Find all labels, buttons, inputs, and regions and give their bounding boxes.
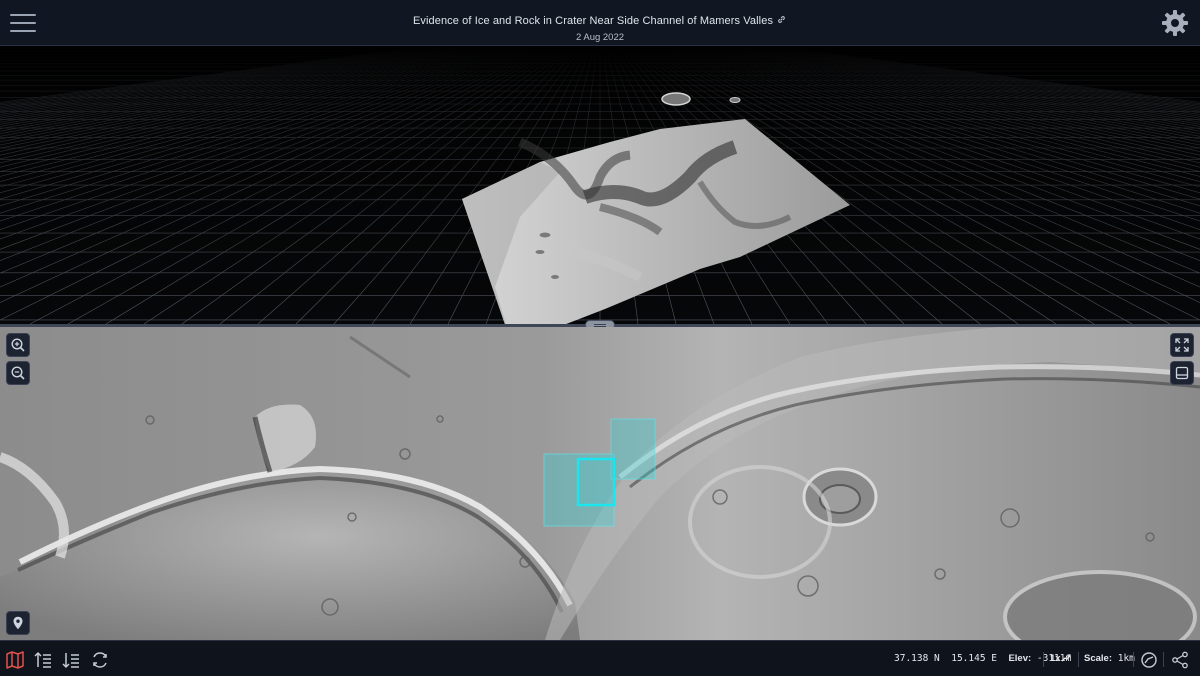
fullscreen-button[interactable] <box>1170 333 1194 357</box>
top-bar: Evidence of Ice and Rock in Crater Near … <box>0 0 1200 46</box>
exaggeration-value: 1x <box>1050 653 1061 664</box>
share-icon[interactable] <box>1170 650 1190 670</box>
observation-date: 2 Aug 2022 <box>575 32 625 43</box>
longitude-value: 15.145 E <box>951 653 997 664</box>
compass-icon[interactable] <box>1139 650 1159 670</box>
sort-ascending-icon[interactable] <box>33 650 53 670</box>
scale-readout: Scale: 1km <box>1084 653 1135 664</box>
zoom-out-button[interactable] <box>6 361 30 385</box>
page-title: Evidence of Ice and Rock in Crater Near … <box>412 15 774 27</box>
trend-up-icon <box>1061 654 1071 662</box>
divider <box>1133 652 1134 667</box>
terrain-3d-viewport[interactable] <box>0 47 1200 324</box>
divider <box>1163 652 1164 667</box>
latitude-value: 37.138 N <box>894 653 940 664</box>
zoom-in-icon <box>11 338 25 352</box>
scale-label: Scale: <box>1084 653 1112 664</box>
zoom-out-icon <box>11 366 25 380</box>
elevation-label: Elev: <box>1008 653 1032 664</box>
coordinate-readout: 37.138 N 15.145 E Elev: -3111m <box>894 653 1071 664</box>
map-view[interactable] <box>0 327 1200 640</box>
page-title-row: Evidence of Ice and Rock in Crater Near … <box>0 11 1200 29</box>
refresh-icon[interactable] <box>90 650 110 670</box>
map-icon[interactable] <box>5 650 25 670</box>
zoom-in-button[interactable] <box>6 333 30 357</box>
grip-line <box>594 324 606 325</box>
status-bar: 37.138 N 15.145 E Elev: -3111m 1x Scale:… <box>0 640 1200 676</box>
layout-icon <box>1175 366 1189 380</box>
exaggeration-toggle[interactable]: 1x <box>1050 653 1071 664</box>
link-icon[interactable] <box>776 14 787 25</box>
location-pin-icon <box>13 616 23 630</box>
locate-button[interactable] <box>6 611 30 635</box>
gear-icon[interactable] <box>1160 8 1190 38</box>
sort-descending-icon[interactable] <box>61 650 81 670</box>
title-block: Evidence of Ice and Rock in Crater Near … <box>0 11 1200 43</box>
fullscreen-icon <box>1175 338 1189 352</box>
perspective-grid <box>0 47 1200 324</box>
layout-toggle-button[interactable] <box>1170 361 1194 385</box>
divider <box>1043 652 1044 667</box>
divider <box>1078 652 1079 667</box>
mars-terrain-image <box>0 327 1200 640</box>
